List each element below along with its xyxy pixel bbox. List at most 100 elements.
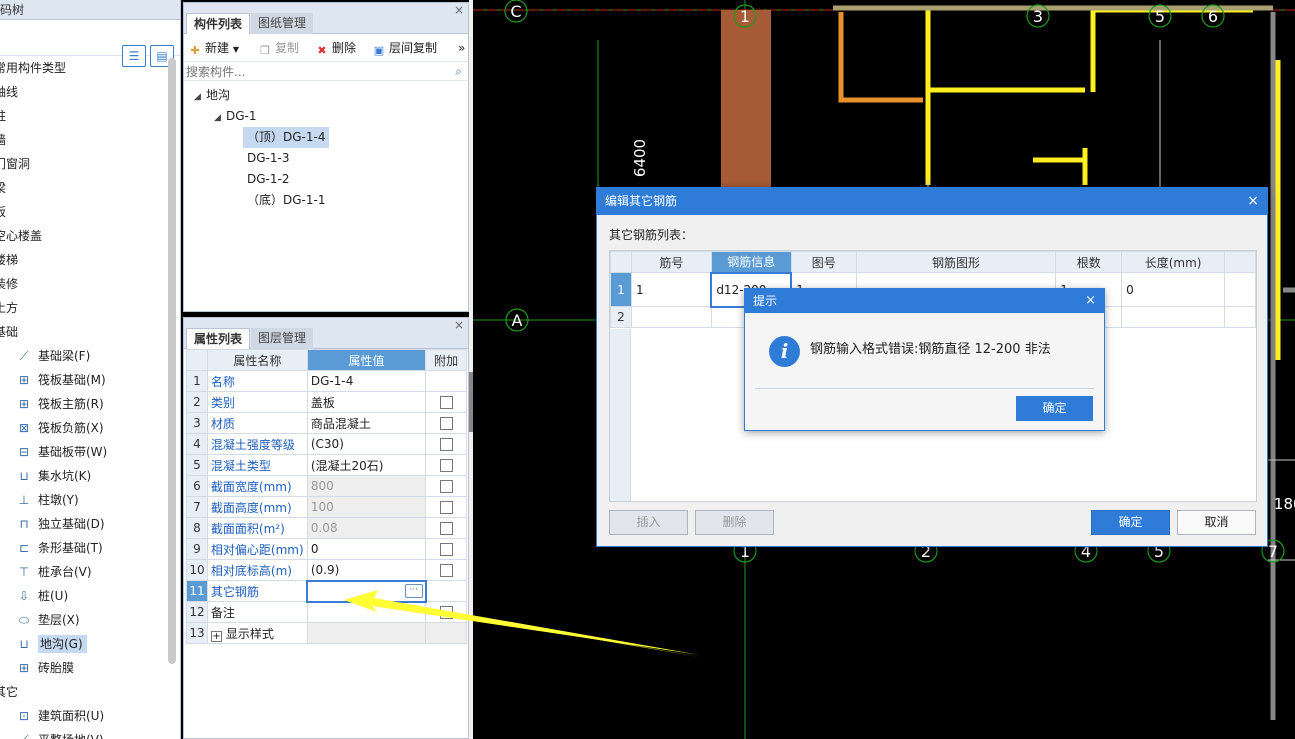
tree-item[interactable]: ⊞ 砖胎膜 <box>0 656 168 680</box>
property-value[interactable] <box>306 601 427 623</box>
expand-icon[interactable]: + <box>210 630 222 642</box>
property-value[interactable]: (0.9) <box>306 559 427 581</box>
more-icon[interactable]: » <box>458 39 465 57</box>
close-icon[interactable]: × <box>454 3 464 17</box>
tree-category[interactable]: 装修 <box>0 272 168 296</box>
tree-item[interactable]: ⊥ 柱墩(Y) <box>0 488 168 512</box>
extra-cell[interactable] <box>425 475 467 497</box>
message-ok-button[interactable]: 确定 <box>1016 396 1093 421</box>
insert-button[interactable]: 插入 <box>609 510 688 535</box>
property-value[interactable]: 盖板 <box>306 391 427 413</box>
table-row[interactable]: 8 截面面积(m²) 0.08 <box>186 517 467 539</box>
extra-cell[interactable] <box>425 454 467 476</box>
collapse-icon[interactable]: ◢ <box>194 87 206 108</box>
tree-node-3[interactable]: DG-1-3 <box>247 148 289 169</box>
extra-checkbox[interactable] <box>439 564 453 577</box>
table-row[interactable]: 11 其它钢筋 ··· <box>186 579 467 603</box>
extra-cell[interactable] <box>425 391 467 413</box>
tree-category[interactable]: 门窗洞 <box>0 152 168 176</box>
tree-item[interactable]: ⇩ 桩(U) <box>0 584 168 608</box>
table-row[interactable]: 2 类别 盖板 <box>186 391 467 413</box>
tree-item[interactable]: ⊠ 筏板负筋(X) <box>0 416 168 440</box>
tree-item[interactable]: ⊞ 筏板主筋(R) <box>0 392 168 416</box>
extra-cell[interactable] <box>425 412 467 434</box>
tree-node-bottom[interactable]: （底）DG-1-1 <box>247 190 325 211</box>
extra-checkbox[interactable] <box>439 480 453 493</box>
collapse-icon[interactable]: ◢ <box>214 108 226 129</box>
extra-cell[interactable] <box>425 517 467 539</box>
extra-checkbox[interactable] <box>439 606 453 619</box>
tree-category[interactable]: 土方 <box>0 296 168 320</box>
search-icon[interactable]: ⌕ <box>455 64 462 79</box>
property-value[interactable]: DG-1-4 <box>306 370 427 392</box>
new-button[interactable]: ✚ 新建 ▼ <box>188 39 239 57</box>
tree-node-2[interactable]: DG-1-2 <box>247 169 289 190</box>
table-row[interactable]: 9 相对偏心距(mm) 0 <box>186 538 467 560</box>
cell-length[interactable] <box>1121 306 1226 328</box>
tree-item[interactable]: ⊔ 地沟(G) <box>0 632 168 656</box>
tree-category[interactable]: 墙 <box>0 128 168 152</box>
table-row[interactable]: 5 混凝土类型 (混凝土20石) <box>186 454 467 476</box>
extra-checkbox[interactable] <box>439 543 453 556</box>
extra-checkbox[interactable] <box>439 501 453 514</box>
close-icon[interactable]: × <box>454 318 464 332</box>
table-row[interactable]: 13 + 显示样式 <box>186 622 467 644</box>
table-row[interactable]: 12 备注 <box>186 601 467 623</box>
tab-component-list[interactable]: 构件列表 <box>186 13 251 34</box>
tab-layer-manager[interactable]: 图层管理 <box>251 328 314 349</box>
close-icon[interactable]: × <box>1085 289 1096 313</box>
tree-item[interactable]: ⊤ 桩承台(V) <box>0 560 168 584</box>
table-row[interactable]: 7 截面高度(mm) 100 <box>186 496 467 518</box>
extra-cell[interactable] <box>425 538 467 560</box>
delete-row-button[interactable]: 删除 <box>695 510 774 535</box>
tree-node-root[interactable]: ◢ 地沟 <box>194 85 230 106</box>
extra-checkbox[interactable] <box>439 438 453 451</box>
extra-cell[interactable] <box>425 496 467 518</box>
tree-category[interactable]: 常用构件类型 <box>0 56 168 80</box>
table-row[interactable]: 6 截面宽度(mm) 800 <box>186 475 467 497</box>
tree-item[interactable]: ⊡ 建筑面积(U) <box>0 704 168 728</box>
tree-item[interactable]: ⟋平整场地(V) <box>0 728 168 739</box>
tree-category[interactable]: 空心楼盖 <box>0 224 168 248</box>
ellipsis-button[interactable]: ··· <box>404 583 423 598</box>
tree-node-group[interactable]: ◢ DG-1 <box>214 106 257 127</box>
delete-button[interactable]: ✖ 删除 <box>315 39 356 57</box>
search-input[interactable] <box>186 63 448 80</box>
floor-copy-button[interactable]: ▣ 层间复制 <box>372 39 437 57</box>
extra-cell[interactable] <box>425 601 467 623</box>
table-row[interactable]: 10 相对底标高(m) (0.9) <box>186 559 467 581</box>
property-value[interactable]: 0 <box>306 538 427 560</box>
tree-item[interactable]: ⊔ 集水坑(K) <box>0 464 168 488</box>
tab-property-list[interactable]: 属性列表 <box>186 328 251 349</box>
table-row[interactable]: 4 混凝土强度等级 (C30) <box>186 433 467 455</box>
property-value[interactable]: (混凝土20石) <box>306 454 427 476</box>
property-value[interactable]: 商品混凝土 <box>306 412 427 434</box>
tree-item[interactable]: ⊞ 筏板基础(M) <box>0 368 168 392</box>
cell-length[interactable]: 0 <box>1121 272 1226 307</box>
tree-item[interactable]: ⊏ 条形基础(T) <box>0 536 168 560</box>
extra-checkbox[interactable] <box>439 396 453 409</box>
extra-checkbox[interactable] <box>439 417 453 430</box>
tree-category[interactable]: 轴线 <box>0 80 168 104</box>
tab-drawing-manager[interactable]: 图纸管理 <box>251 13 314 34</box>
tree-node-top[interactable]: （顶）DG-1-4 <box>243 127 330 148</box>
cell-bar-no[interactable] <box>630 306 712 328</box>
table-row[interactable]: 3 材质 商品混凝土 <box>186 412 467 434</box>
tree-category[interactable]: 板 <box>0 200 168 224</box>
extra-checkbox[interactable] <box>439 459 453 472</box>
tree-item[interactable]: ⊟ 基础板带(W) <box>0 440 168 464</box>
table-row[interactable]: 1 名称 DG-1-4 <box>186 370 467 392</box>
cell-bar-no[interactable]: 1 <box>630 272 712 307</box>
ok-button[interactable]: 确定 <box>1091 510 1170 535</box>
copy-button[interactable]: ❐ 复制 <box>258 39 299 57</box>
cancel-button[interactable]: 取消 <box>1177 510 1256 535</box>
extra-cell[interactable] <box>425 559 467 581</box>
tree-category[interactable]: 楼梯 <box>0 248 168 272</box>
tree-category[interactable]: 基础 <box>0 320 168 344</box>
tree-scrollbar[interactable] <box>168 58 176 664</box>
tree-category[interactable]: 梁 <box>0 176 168 200</box>
tree-category[interactable]: 柱 <box>0 104 168 128</box>
property-value[interactable]: ··· <box>306 579 427 603</box>
tree-category[interactable]: 其它 <box>0 680 168 704</box>
property-value[interactable]: (C30) <box>306 433 427 455</box>
